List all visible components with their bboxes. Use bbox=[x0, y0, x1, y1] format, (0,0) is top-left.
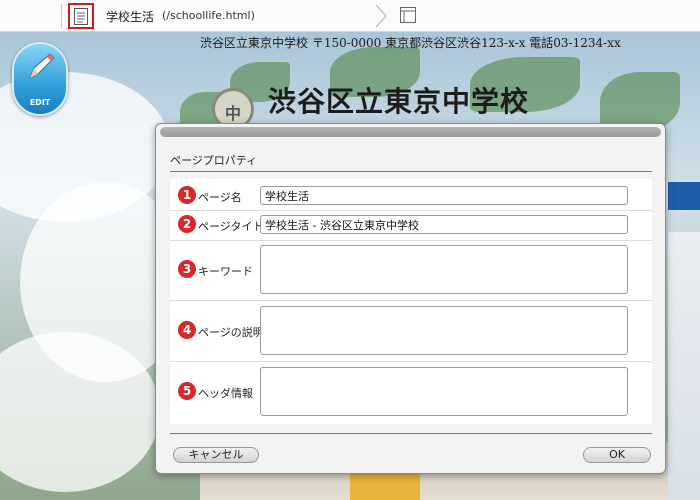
field-label-page-name: ページ名 bbox=[198, 191, 242, 204]
page-icon-button[interactable] bbox=[68, 3, 94, 29]
layout-icon[interactable] bbox=[399, 6, 417, 24]
number-badge: 4 bbox=[178, 321, 196, 339]
row-divider bbox=[170, 361, 652, 362]
right-photo-area bbox=[668, 232, 700, 500]
edit-label: EDIT bbox=[29, 98, 51, 107]
number-badge: 3 bbox=[178, 260, 196, 278]
dialog-title-bar[interactable] bbox=[160, 127, 661, 137]
header-info-textarea[interactable] bbox=[260, 367, 628, 416]
row-divider bbox=[170, 300, 652, 301]
number-badge: 2 bbox=[178, 215, 196, 233]
properties-form: 1 ページ名 2 ページタイトル 3 キーワード 4 ページの説明 5 ヘッダ情… bbox=[170, 179, 652, 424]
toolbar-divider bbox=[61, 4, 62, 28]
row-divider bbox=[170, 240, 652, 241]
page-name-input[interactable] bbox=[260, 186, 628, 205]
chevron-right-icon bbox=[375, 4, 387, 28]
pencil-icon bbox=[29, 53, 55, 80]
dialog-divider bbox=[170, 171, 652, 172]
school-address: 渋谷区立東京中学校 〒150-0000 東京都渋谷区渋谷123-x-x 電話03… bbox=[200, 36, 621, 50]
current-page-name: 学校生活 bbox=[106, 10, 155, 24]
dialog-title: ページプロパティ bbox=[170, 154, 258, 167]
number-badge: 5 bbox=[178, 382, 196, 400]
field-label-header-info: ヘッダ情報 bbox=[198, 387, 253, 400]
ok-button[interactable]: OK bbox=[583, 447, 651, 463]
page-title-input[interactable] bbox=[260, 215, 628, 234]
row-divider bbox=[170, 210, 652, 211]
field-label-description: ページの説明 bbox=[198, 326, 264, 339]
keywords-textarea[interactable] bbox=[260, 245, 628, 294]
number-badge: 1 bbox=[178, 186, 196, 204]
top-bar: 学校生活 (/schoollife.html) bbox=[0, 0, 700, 32]
page-properties-dialog: ページプロパティ 1 ページ名 2 ページタイトル 3 キーワード 4 ページの… bbox=[155, 123, 666, 474]
description-textarea[interactable] bbox=[260, 306, 628, 355]
right-blue-strip bbox=[668, 182, 700, 210]
school-name-heading: 渋谷区立東京中学校 bbox=[268, 85, 530, 118]
cancel-button[interactable]: キャンセル bbox=[173, 447, 259, 463]
crest-character: 中 bbox=[224, 104, 241, 123]
dialog-divider bbox=[170, 433, 652, 434]
edit-button[interactable]: EDIT bbox=[12, 42, 68, 116]
page-icon bbox=[74, 8, 88, 25]
current-page-path: (/schoollife.html) bbox=[162, 9, 255, 22]
field-label-keywords: キーワード bbox=[198, 265, 253, 278]
